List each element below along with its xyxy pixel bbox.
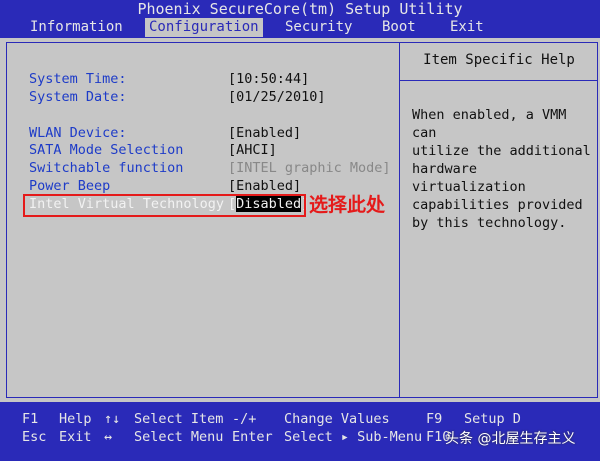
key-esc: Esc	[22, 429, 47, 445]
setting-value: [INTEL graphic Mode]	[228, 160, 391, 176]
setting-value[interactable]: [AHCI]	[228, 142, 277, 159]
key-updown: ↑↓	[104, 411, 121, 427]
help-separator	[400, 80, 598, 81]
setting-label: WLAN Device:	[29, 125, 127, 141]
setting-label: SATA Mode Selection	[29, 142, 184, 158]
setting-value[interactable]: [10:50:44]	[228, 71, 309, 88]
key-enter: Enter	[232, 429, 273, 445]
key-f1: F1	[22, 411, 39, 427]
setting-row-power-beep[interactable]: Power Beep [Enabled]	[29, 178, 301, 195]
tab-information[interactable]: Information	[26, 18, 127, 37]
tab-configuration[interactable]: Configuration	[145, 18, 263, 37]
help-text: When enabled, a VMM can utilize the addi…	[412, 107, 591, 231]
help-title: Item Specific Help	[423, 52, 575, 68]
tab-security[interactable]: Security	[281, 18, 356, 37]
setting-row-sata-mode[interactable]: SATA Mode Selection [AHCI]	[29, 142, 277, 159]
setting-row-switchable-function[interactable]: Switchable function [INTEL graphic Mode]	[29, 160, 391, 177]
menu-bar: Information Configuration Security Boot …	[0, 18, 600, 37]
setting-value[interactable]: [Enabled]	[228, 125, 301, 142]
key-f9: F9	[426, 411, 443, 427]
key-f9-label: Setup D	[464, 411, 521, 427]
key-leftright-label: Select Menu	[134, 429, 224, 445]
panel-divider	[399, 42, 400, 398]
key-updown-label: Select Item	[134, 411, 224, 427]
top-bar: Phoenix SecureCore(tm) Setup Utility Inf…	[0, 0, 600, 38]
key-minus-plus-label: Change Values	[284, 411, 390, 427]
setting-row-system-date[interactable]: System Date: [01/25/2010]	[29, 89, 326, 106]
key-enter-label: Select ▸ Sub-Menu	[284, 429, 423, 445]
key-leftright: ↔	[104, 429, 113, 445]
setting-label: System Date:	[29, 89, 127, 105]
tab-boot[interactable]: Boot	[378, 18, 420, 37]
setting-value[interactable]: [01/25/2010]	[228, 89, 326, 106]
tab-exit[interactable]: Exit	[446, 18, 488, 37]
setting-value[interactable]: [Enabled]	[228, 178, 301, 195]
key-f1-label: Help	[59, 411, 92, 427]
setting-row-system-time[interactable]: System Time: [10:50:44]	[29, 71, 309, 88]
setting-label: System Time:	[29, 71, 127, 87]
annotation-text: 选择此处	[309, 194, 386, 216]
key-minus-plus: -/+	[232, 411, 257, 427]
window-title: Phoenix SecureCore(tm) Setup Utility	[137, 0, 463, 18]
setting-row-wlan-device[interactable]: WLAN Device: [Enabled]	[29, 125, 301, 142]
watermark-text: 头条 @北屋生存主义	[445, 431, 576, 447]
setting-label: Power Beep	[29, 178, 111, 194]
key-esc-label: Exit	[59, 429, 92, 445]
setting-label: Switchable function	[29, 160, 184, 176]
annotation-highlight-box	[23, 194, 306, 217]
